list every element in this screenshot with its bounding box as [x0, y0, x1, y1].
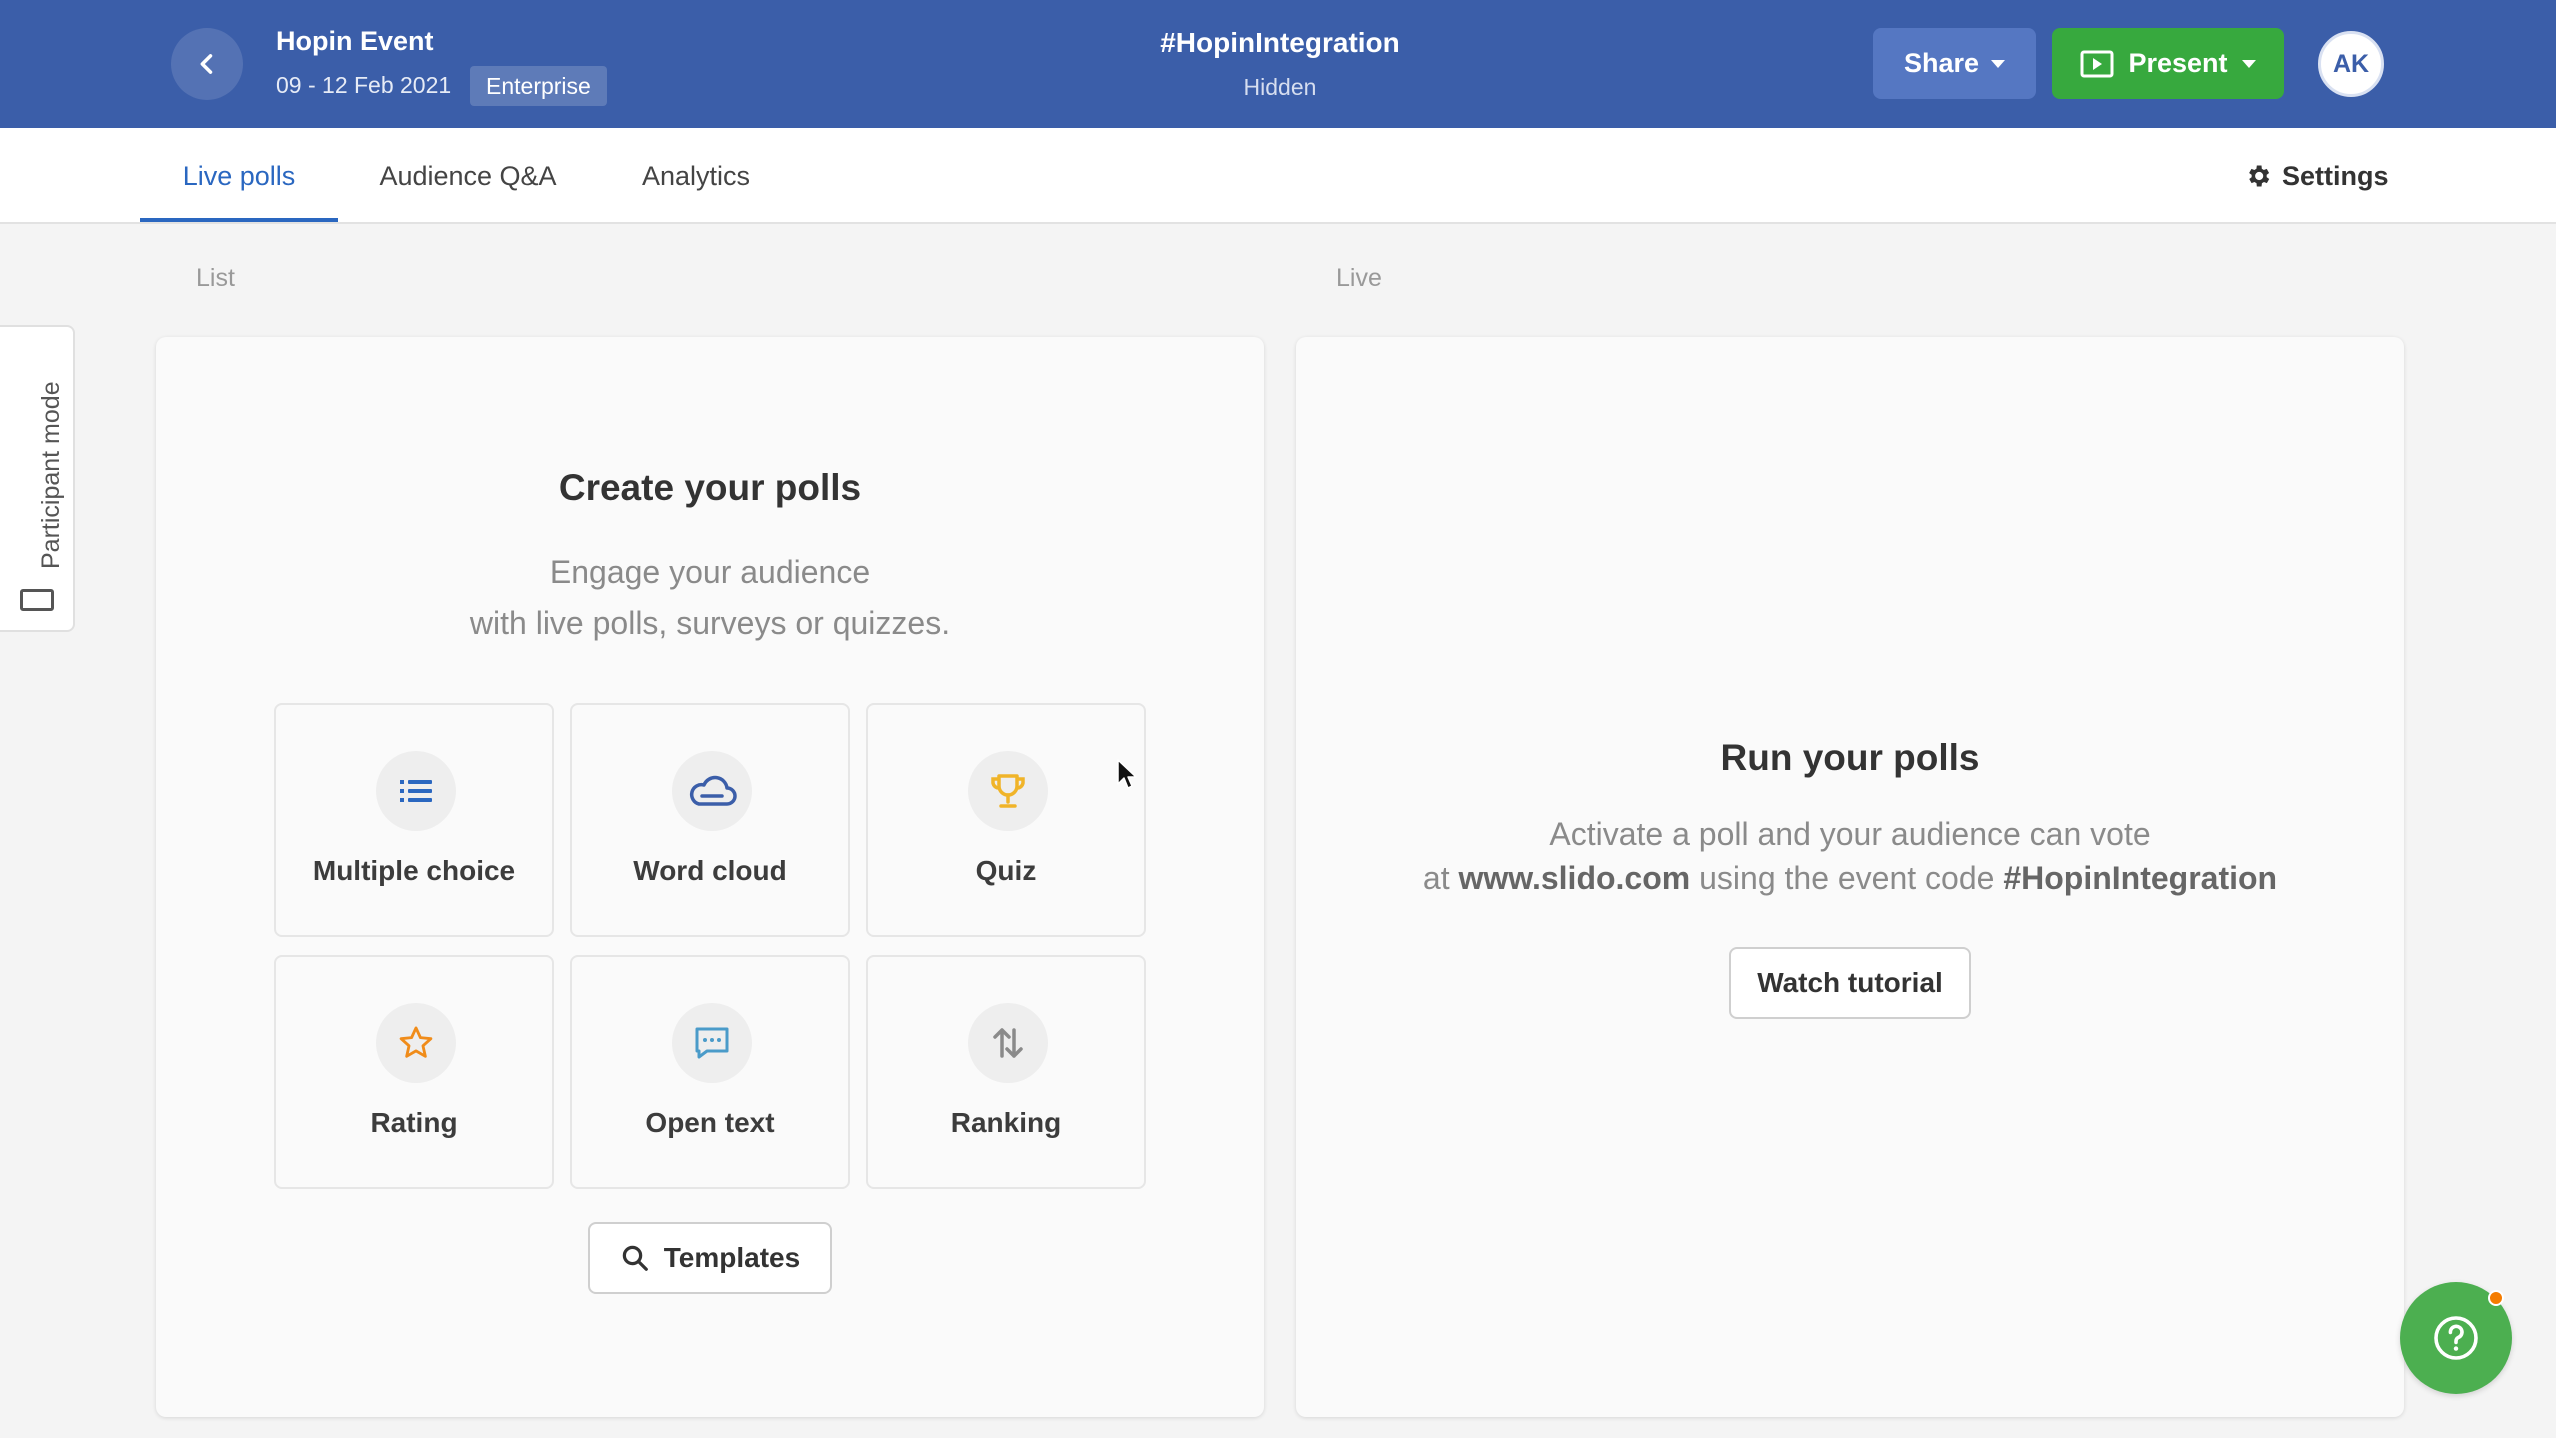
participant-mode-toggle[interactable]: Participant mode: [0, 325, 75, 632]
search-icon: [622, 1245, 648, 1271]
present-screen-icon: [2080, 50, 2114, 77]
poll-type-open-text[interactable]: Open text: [570, 955, 850, 1189]
caret-down-icon: [2241, 59, 2256, 68]
tab-bar: Live polls Audience Q&A Analytics Settin…: [0, 128, 2556, 224]
poll-type-label: Rating: [370, 1107, 458, 1138]
poll-type-quiz[interactable]: Quiz: [866, 703, 1146, 937]
list-icon: [400, 780, 432, 802]
mouse-cursor-icon: [1117, 759, 1137, 789]
poll-type-label: Ranking: [950, 1107, 1062, 1138]
tab-analytics[interactable]: Analytics: [612, 128, 780, 224]
back-button[interactable]: [171, 28, 243, 100]
notification-dot: [2488, 1290, 2504, 1306]
plan-badge: Enterprise: [470, 66, 607, 106]
run-polls-title: Run your polls: [1720, 737, 1980, 778]
create-polls-title: Create your polls: [558, 467, 862, 508]
poll-icon-badge: [672, 751, 752, 831]
poll-type-rating[interactable]: Rating: [274, 955, 554, 1189]
tab-live-polls[interactable]: Live polls: [140, 128, 338, 224]
slido-url: www.slido.com: [1458, 860, 1691, 896]
poll-type-label: Open text: [645, 1107, 775, 1138]
run-polls-middle: using the event code: [1699, 860, 1995, 896]
poll-type-label: Quiz: [975, 855, 1037, 886]
share-button-label: Share: [1903, 48, 1980, 78]
poll-type-label: Word cloud: [633, 855, 787, 886]
run-polls-line2: at www.slido.com using the event code #H…: [1296, 856, 2404, 900]
run-polls-prefix: at: [1422, 860, 1450, 896]
tab-audience-qa[interactable]: Audience Q&A: [356, 128, 580, 224]
create-polls-subtitle-line2: with live polls, surveys or quizzes.: [469, 605, 951, 641]
top-header: Hopin Event 09 - 12 Feb 2021 Enterprise …: [0, 0, 2556, 128]
event-code-highlight: #HopinIntegration: [2003, 860, 2278, 896]
templates-button[interactable]: Templates: [588, 1222, 832, 1294]
create-polls-panel: Create your polls Engage your audience w…: [156, 337, 1264, 1417]
share-button[interactable]: Share: [1873, 28, 2036, 99]
poll-icon-badge: [968, 1003, 1048, 1083]
templates-button-label: Templates: [663, 1242, 801, 1273]
poll-type-label: Multiple choice: [312, 855, 516, 886]
sort-arrows-icon: [993, 1028, 1023, 1058]
settings-label: Settings: [2282, 160, 2389, 191]
participant-mode-label: Participant mode: [37, 381, 65, 569]
event-dates: 09 - 12 Feb 2021: [276, 72, 452, 98]
gear-icon: [2249, 165, 2270, 187]
event-code: #HopinIntegration: [1160, 27, 1400, 58]
present-button[interactable]: Present: [2052, 28, 2284, 99]
event-name: Hopin Event: [276, 26, 434, 56]
event-visibility-status: Hidden: [1243, 74, 1317, 100]
chevron-left-icon: [200, 54, 213, 74]
chat-bubble-icon: [695, 1027, 729, 1059]
help-button[interactable]: [2400, 1282, 2512, 1394]
poll-type-ranking[interactable]: Ranking: [866, 955, 1146, 1189]
trophy-icon: [991, 774, 1025, 808]
question-mark-icon: [2434, 1316, 2478, 1360]
run-polls-description: Activate a poll and your audience can vo…: [1296, 812, 2404, 900]
active-tab-indicator: [140, 218, 338, 222]
present-button-label: Present: [2128, 48, 2228, 78]
poll-icon-badge: [376, 751, 456, 831]
user-avatar[interactable]: AK: [2318, 31, 2384, 97]
poll-type-word-cloud[interactable]: Word cloud: [570, 703, 850, 937]
poll-icon-badge: [672, 1003, 752, 1083]
list-section-label: List: [196, 264, 235, 292]
device-icon: [20, 589, 54, 611]
settings-button[interactable]: Settings: [2244, 128, 2389, 224]
poll-icon-badge: [376, 1003, 456, 1083]
create-polls-subtitle: Engage your audience with live polls, su…: [156, 547, 1264, 649]
poll-type-multiple-choice[interactable]: Multiple choice: [274, 703, 554, 937]
run-polls-line1: Activate a poll and your audience can vo…: [1549, 816, 2151, 852]
run-polls-panel: Run your polls Activate a poll and your …: [1296, 337, 2404, 1417]
star-icon: [399, 1026, 433, 1058]
poll-icon-badge: [968, 751, 1048, 831]
create-polls-subtitle-line1: Engage your audience: [549, 554, 871, 590]
watch-tutorial-button[interactable]: Watch tutorial: [1729, 947, 1971, 1019]
live-section-label: Live: [1336, 264, 1382, 292]
caret-down-icon: [1991, 59, 2006, 68]
cloud-icon: [689, 775, 737, 806]
